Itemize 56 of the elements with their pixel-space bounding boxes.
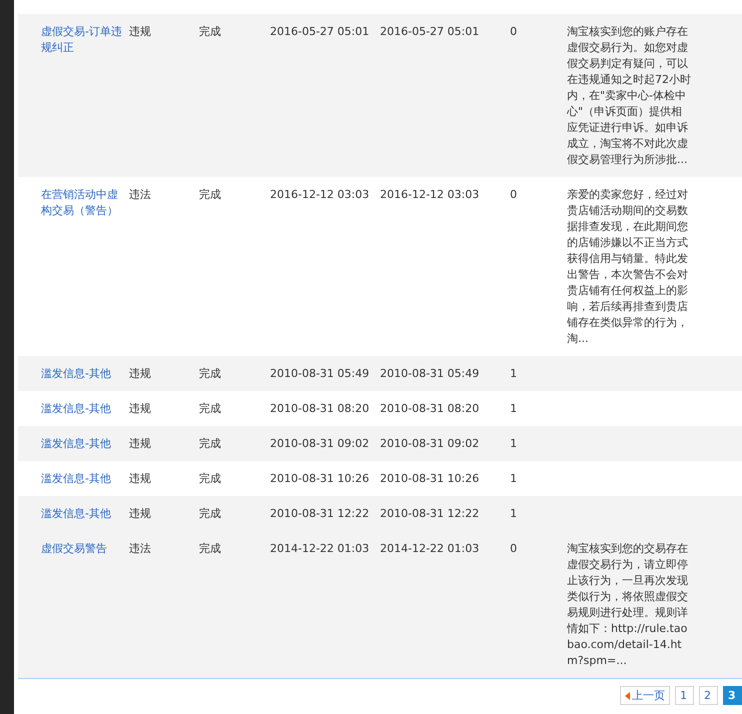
violation-link[interactable]: 滥发信息-其他 [41, 471, 129, 487]
count-text: 1 [510, 436, 518, 452]
count-text: 0 [510, 541, 518, 557]
violation-link[interactable]: 虚假交易-订单违规纠正 [41, 24, 129, 168]
status-text: 完成 [199, 366, 222, 382]
end-time: 2010-08-31 10:26 [380, 471, 480, 487]
status-text: 完成 [199, 541, 222, 557]
page-button[interactable]: 3 [723, 686, 742, 705]
end-time: 2010-08-31 08:20 [380, 401, 480, 417]
count-text: 1 [510, 506, 518, 522]
page-button[interactable]: 1 [675, 686, 694, 705]
end-time: 2010-08-31 09:02 [380, 436, 480, 452]
description-text: 亲爱的卖家您好，经过对贵店铺活动期间的交易数据排查发现，在此期间您的店铺涉嫌以不正当方式获得信用与销量。特此发出警告，本次警告不会对贵店铺有任何权益上的影响，若后续再排查到贵店铺存在类似异常的行为，淘... [567, 187, 689, 347]
start-time: 2010-08-31 08:20 [270, 401, 370, 417]
start-time: 2010-08-31 12:22 [270, 506, 370, 522]
violation-link[interactable]: 滥发信息-其他 [41, 506, 129, 522]
violation-link[interactable]: 滥发信息-其他 [41, 401, 129, 417]
start-time: 2016-05-27 05:01 [270, 24, 370, 40]
count-text: 1 [510, 471, 518, 487]
start-time: 2010-08-31 09:02 [270, 436, 370, 452]
violation-type: 违规 [129, 401, 152, 417]
previous-page-button[interactable]: 上一页 [620, 686, 670, 705]
violation-link[interactable]: 滥发信息-其他 [41, 436, 129, 452]
count-text: 0 [510, 187, 518, 203]
violation-link[interactable]: 滥发信息-其他 [41, 366, 129, 382]
start-time: 2010-08-31 10:26 [270, 471, 370, 487]
description-text: 淘宝核实到您的交易存在虚假交易行为，请立即停止该行为，一旦再次发现类似行为，将依照虚假交易规则进行处理。规则详情如下：http://rule.taobao.com/detail-14.htm?spm=... [567, 541, 689, 669]
end-time: 2010-08-31 05:49 [380, 366, 480, 382]
count-text: 0 [510, 24, 518, 40]
violation-type: 违规 [129, 506, 152, 522]
end-time: 2010-08-31 12:22 [380, 506, 480, 522]
status-text: 完成 [199, 24, 222, 40]
status-text: 完成 [199, 471, 222, 487]
violation-type: 违法 [129, 187, 152, 203]
status-text: 完成 [199, 506, 222, 522]
end-time: 2016-05-27 05:01 [380, 24, 480, 40]
status-text: 完成 [199, 436, 222, 452]
count-text: 1 [510, 366, 518, 382]
violation-type: 违规 [129, 366, 152, 382]
count-text: 1 [510, 401, 518, 417]
violation-type: 违规 [129, 24, 152, 40]
violation-link[interactable]: 在营销活动中虚构交易（警告） [41, 187, 129, 347]
page-button[interactable]: 2 [699, 686, 718, 705]
triangle-left-icon [625, 692, 630, 700]
violation-type: 违规 [129, 436, 152, 452]
start-time: 2014-12-22 01:03 [270, 541, 370, 557]
start-time: 2010-08-31 05:49 [270, 366, 370, 382]
violation-link[interactable]: 虚假交易警告 [41, 541, 129, 669]
end-time: 2016-12-12 03:03 [380, 187, 480, 203]
start-time: 2016-12-12 03:03 [270, 187, 370, 203]
description-text: 淘宝核实到您的账户存在虚假交易行为。如您对虚假交易判定有疑问，可以在违规通知之时起72小时内，在"卖家中心-体检中心"（申诉页面）提供相应凭证进行申诉。如申诉成立，淘宝将不对此次虚假交易管理行为所涉批... [567, 24, 691, 168]
end-time: 2014-12-22 01:03 [380, 541, 480, 557]
status-text: 完成 [199, 401, 222, 417]
status-text: 完成 [199, 187, 222, 203]
violation-type: 违法 [129, 541, 152, 557]
violation-type: 违规 [129, 471, 152, 487]
